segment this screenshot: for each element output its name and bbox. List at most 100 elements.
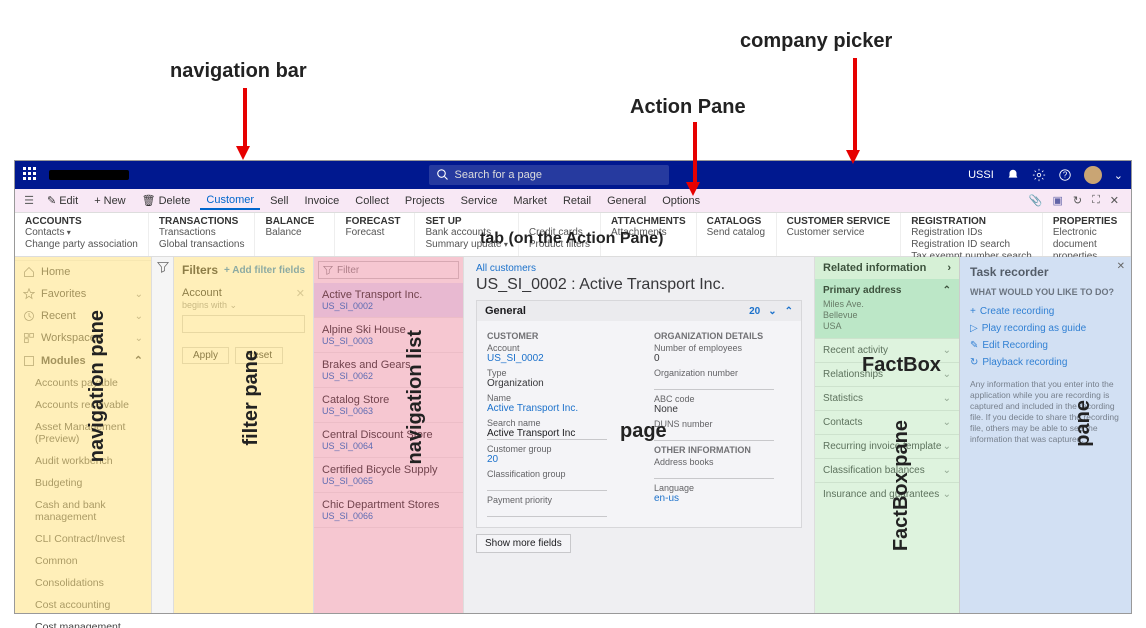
nav-sub[interactable]: Accounts payable: [15, 372, 151, 394]
filter-pane: Filters+ Add filter fields Account✕ begi…: [174, 257, 314, 613]
nav-sub[interactable]: Budgeting: [15, 472, 151, 494]
close-icon[interactable]: ✕: [1110, 194, 1119, 207]
breadcrumb[interactable]: All customers: [476, 263, 802, 274]
search-name-input[interactable]: [487, 428, 607, 440]
account-link[interactable]: US_SI_0002: [487, 353, 624, 364]
nav-recent[interactable]: Recent: [15, 305, 151, 327]
tab-retail[interactable]: Retail: [557, 193, 597, 209]
nav-sub[interactable]: Cash and bank management: [15, 494, 151, 528]
tab-service[interactable]: Service: [455, 193, 504, 209]
search-box[interactable]: Search for a page: [429, 165, 669, 185]
hamburger-icon[interactable]: ☰: [21, 194, 37, 207]
factbox-section[interactable]: Statistics: [815, 386, 959, 410]
list-item[interactable]: Certified Bicycle SupplyUS_SI_0065: [314, 458, 463, 493]
factbox-section[interactable]: Relationships: [815, 362, 959, 386]
tab-invoice[interactable]: Invoice: [298, 193, 345, 209]
factbox-section[interactable]: Recent activity: [815, 338, 959, 362]
list-item[interactable]: Chic Department StoresUS_SI_0066: [314, 493, 463, 528]
nav-sub[interactable]: Cost management: [15, 616, 151, 628]
chevron-down-icon[interactable]: ⌄: [768, 306, 776, 317]
nav-sub[interactable]: CLI Contract/Invest: [15, 528, 151, 550]
annot-company-picker: company picker: [740, 30, 892, 53]
show-more-button[interactable]: Show more fields: [476, 534, 571, 553]
nav-sub[interactable]: Consolidations: [15, 572, 151, 594]
list-item[interactable]: Central Discount StoreUS_SI_0064: [314, 423, 463, 458]
play-recording-link[interactable]: ▷Play recording as guide: [970, 320, 1121, 337]
remove-filter-icon[interactable]: ✕: [296, 287, 305, 300]
tab-market[interactable]: Market: [507, 193, 553, 209]
list-item[interactable]: Active Transport Inc.US_SI_0002: [314, 283, 463, 318]
filter-title: Filters: [182, 263, 218, 277]
annot-action-pane: Action Pane: [630, 96, 746, 119]
navigation-bar: Search for a page USSI ? ⌄: [15, 161, 1131, 189]
nav-home[interactable]: Home: [15, 261, 151, 283]
tab-customer[interactable]: Customer: [200, 192, 260, 210]
duns-input[interactable]: [654, 429, 774, 441]
summary-count: 20: [749, 306, 760, 317]
chevron-down-icon[interactable]: ⌄: [1114, 169, 1123, 182]
nav-sub[interactable]: Common: [15, 550, 151, 572]
factbox-primary-address: Primary address⌃ Miles Ave. Bellevue USA: [815, 279, 959, 338]
action-pane: ☰ ✎ Edit + New 🗑 Delete Customer Sell In…: [15, 189, 1131, 213]
edit-recording-link[interactable]: ✎Edit Recording: [970, 337, 1121, 354]
nav-favorites[interactable]: Favorites: [15, 283, 151, 305]
task-title: Task recorder: [970, 265, 1121, 279]
teams-icon[interactable]: ▣: [1052, 194, 1062, 207]
nav-modules[interactable]: Modules⌃: [15, 349, 151, 372]
orgnum-input[interactable]: [654, 378, 774, 390]
help-icon[interactable]: ?: [1058, 168, 1072, 182]
list-item[interactable]: Catalog StoreUS_SI_0063: [314, 388, 463, 423]
factbox-section[interactable]: Recurring invoice template: [815, 434, 959, 458]
chevron-right-icon[interactable]: ›: [947, 262, 951, 274]
tab-options[interactable]: Options: [656, 193, 706, 209]
factbox-section[interactable]: Classification balances: [815, 458, 959, 482]
nav-sub[interactable]: Audit workbench: [15, 450, 151, 472]
list-item[interactable]: Brakes and GearsUS_SI_0062: [314, 353, 463, 388]
playback-recording-link[interactable]: ↻Playback recording: [970, 354, 1121, 371]
chevron-up-icon[interactable]: ⌃: [943, 285, 951, 296]
factbox-section[interactable]: Contacts: [815, 410, 959, 434]
nav-sub[interactable]: Asset Management (Preview): [15, 416, 151, 450]
list-item[interactable]: Alpine Ski HouseUS_SI_0003: [314, 318, 463, 353]
page: All customers US_SI_0002 : Active Transp…: [464, 257, 814, 613]
popout-icon[interactable]: ⛶: [1092, 194, 1100, 207]
name-link[interactable]: Active Transport Inc.: [487, 403, 624, 414]
filter-strip[interactable]: [152, 257, 174, 613]
task-question: WHAT WOULD YOU LIKE TO DO?: [970, 287, 1121, 297]
fasttab-header[interactable]: General 20⌄⌃: [477, 301, 801, 321]
new-button[interactable]: + New: [88, 193, 131, 209]
ab-input[interactable]: [654, 467, 774, 479]
svg-text:?: ?: [1063, 171, 1068, 180]
tab-sell[interactable]: Sell: [264, 193, 294, 209]
delete-button[interactable]: 🗑 Delete: [136, 192, 197, 209]
pp-input[interactable]: [487, 505, 607, 517]
waffle-icon[interactable]: [23, 167, 39, 183]
nav-sub[interactable]: Accounts receivable: [15, 394, 151, 416]
add-filter-button[interactable]: + Add filter fields: [224, 265, 305, 276]
create-recording-link[interactable]: +Create recording: [970, 303, 1121, 320]
close-icon[interactable]: ✕: [1117, 261, 1125, 272]
factbox-section[interactable]: Insurance and guarantees: [815, 482, 959, 506]
attach-icon[interactable]: 📎: [1029, 194, 1043, 207]
class-input[interactable]: [487, 479, 607, 491]
company-picker[interactable]: USSI: [968, 169, 994, 181]
nav-workspaces[interactable]: Workspaces: [15, 327, 151, 349]
filter-field-label: Account: [182, 287, 222, 300]
tab-collect[interactable]: Collect: [349, 193, 395, 209]
reset-button[interactable]: Reset: [235, 347, 283, 364]
list-filter[interactable]: Filter: [318, 261, 459, 279]
funnel-icon: [157, 261, 169, 273]
search-icon: [437, 169, 449, 181]
nav-sub[interactable]: Cost accounting: [15, 594, 151, 616]
navigation-pane: Home Favorites Recent Workspaces Modules…: [15, 257, 152, 613]
edit-button[interactable]: ✎ Edit: [41, 192, 84, 209]
bell-icon[interactable]: [1006, 168, 1020, 182]
apply-button[interactable]: Apply: [182, 347, 229, 364]
tab-projects[interactable]: Projects: [399, 193, 451, 209]
filter-input[interactable]: [182, 315, 305, 333]
gear-icon[interactable]: [1032, 168, 1046, 182]
avatar[interactable]: [1084, 166, 1102, 184]
chevron-up-icon[interactable]: ⌃: [785, 306, 793, 317]
refresh-icon[interactable]: ↻: [1073, 194, 1082, 207]
tab-general[interactable]: General: [601, 193, 652, 209]
